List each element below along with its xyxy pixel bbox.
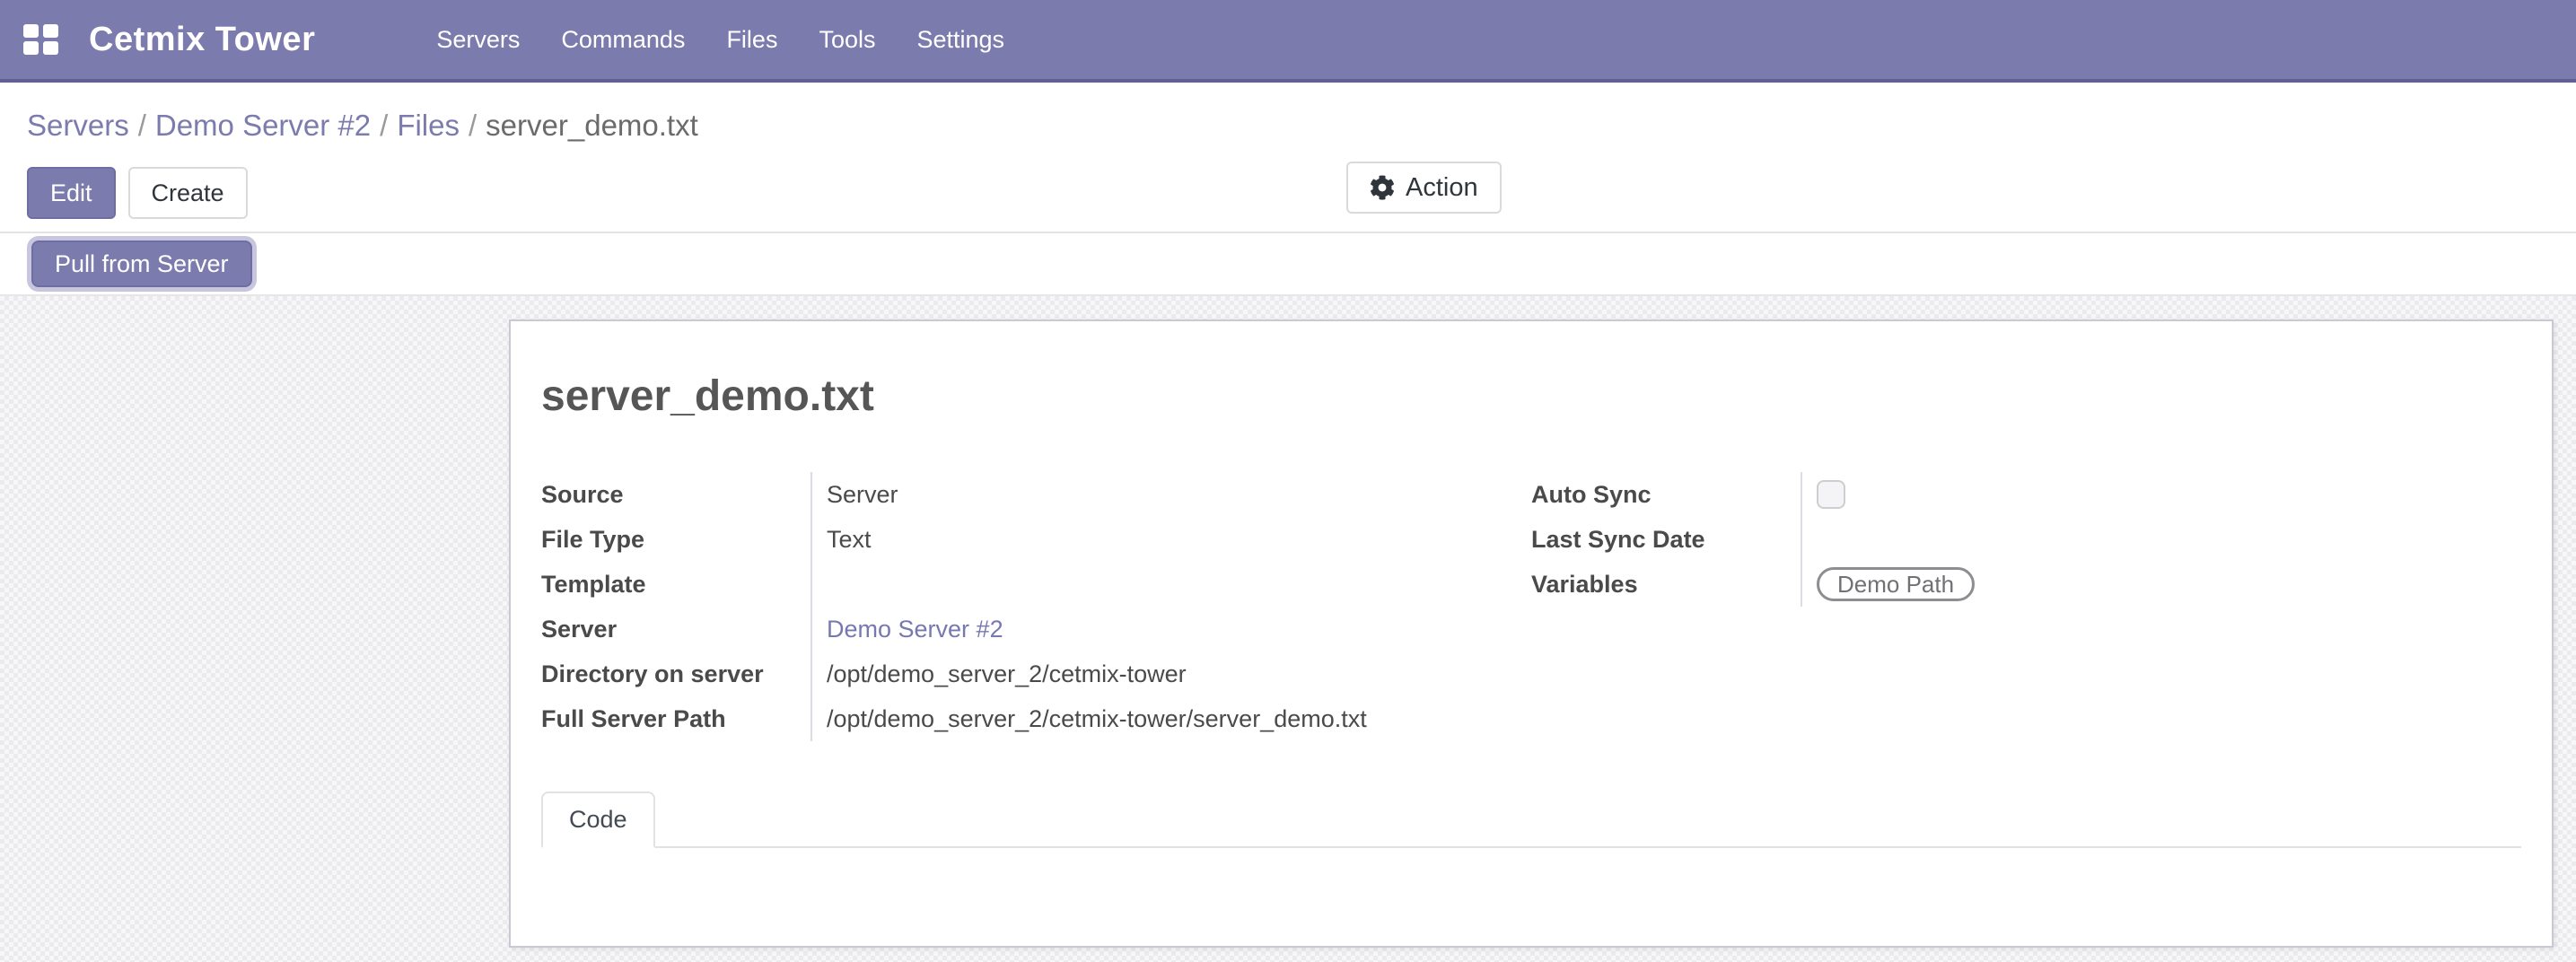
checkbox-unchecked[interactable] [1817, 480, 1845, 509]
control-panel: Servers/Demo Server #2/Files/server_demo… [0, 83, 2576, 233]
app-brand[interactable]: Cetmix Tower [89, 21, 315, 59]
field-row: Server Demo Server #2 [541, 607, 1531, 652]
field-value [1801, 472, 2521, 517]
top-navbar: Cetmix Tower ServersCommandsFilesToolsSe… [0, 0, 2576, 83]
field-value-text: Text [827, 525, 872, 554]
menu-item-files[interactable]: Files [705, 26, 798, 54]
form-content-background: server_demo.txt Source Server File Type Tex… [0, 296, 2576, 962]
field-value-text: Server [827, 480, 898, 509]
menu-item-servers[interactable]: Servers [416, 26, 540, 54]
field-value: Demo Server #2 [810, 607, 1531, 652]
notebook: Code [541, 791, 2521, 848]
field-label: Source [541, 480, 810, 509]
top-menu: ServersCommandsFilesToolsSettings [416, 26, 1025, 54]
form-sheet: server_demo.txt Source Server File Type Tex… [509, 319, 2554, 948]
field-group-left: Source Server File Type Text Template Server D… [541, 472, 1531, 741]
action-menu-button[interactable]: Action [1346, 162, 1502, 214]
action-menu-label: Action [1406, 173, 1478, 202]
field-group-right: Auto Sync Last Sync Date Variables Demo Pat… [1531, 472, 2521, 741]
field-value-text: /opt/demo_server_2/cetmix-tower/server_d… [827, 704, 1367, 733]
field-value [810, 562, 1531, 607]
menu-item-tools[interactable]: Tools [798, 26, 896, 54]
field-label: Last Sync Date [1531, 525, 1801, 554]
field-value: Server [810, 472, 1531, 517]
notebook-tabs: Code [541, 791, 2521, 848]
field-label: Variables [1531, 570, 1801, 599]
breadcrumb-link[interactable]: Files [397, 109, 460, 142]
field-label: Server [541, 615, 810, 643]
breadcrumb-separator: / [460, 109, 486, 142]
field-row: Full Server Path/opt/demo_server_2/cetmi… [541, 696, 1531, 741]
field-value: /opt/demo_server_2/cetmix-tower/server_d… [810, 696, 1531, 741]
field-value: Demo Path [1801, 562, 2521, 607]
field-value-link[interactable]: Demo Server #2 [827, 615, 1003, 643]
record-title: server_demo.txt [541, 372, 2521, 422]
breadcrumb: Servers/Demo Server #2/Files/server_demo… [27, 106, 2576, 145]
create-button[interactable]: Create [128, 167, 248, 219]
field-label: Directory on server [541, 660, 810, 688]
field-row: Auto Sync [1531, 472, 2521, 517]
variable-tag: Demo Path [1817, 567, 1975, 601]
field-row: Last Sync Date [1531, 517, 2521, 562]
edit-button[interactable]: Edit [27, 167, 116, 219]
field-row: File Type Text [541, 517, 1531, 562]
control-buttons: Edit Create [27, 167, 2576, 219]
field-value [1801, 517, 2521, 562]
field-value-text: /opt/demo_server_2/cetmix-tower [827, 660, 1187, 688]
field-row: Variables Demo Path [1531, 562, 2521, 607]
breadcrumb-link[interactable]: Demo Server #2 [155, 109, 371, 142]
field-value: Text [810, 517, 1531, 562]
apps-grid-square [23, 41, 39, 55]
form-statusbar: Pull from Server [0, 233, 2576, 296]
breadcrumb-link[interactable]: Servers [27, 109, 129, 142]
breadcrumb-separator: / [129, 109, 155, 142]
field-value: /opt/demo_server_2/cetmix-tower [810, 652, 1531, 696]
pull-from-server-button[interactable]: Pull from Server [31, 240, 252, 287]
field-row: Directory on server/opt/demo_server_2/ce… [541, 652, 1531, 696]
breadcrumb-current: server_demo.txt [486, 109, 698, 142]
tab-code[interactable]: Code [541, 791, 655, 848]
apps-grid-square [23, 24, 39, 38]
field-label: File Type [541, 525, 810, 554]
breadcrumb-separator: / [371, 109, 397, 142]
menu-item-settings[interactable]: Settings [896, 26, 1025, 54]
gear-icon [1370, 175, 1395, 200]
field-label: Template [541, 570, 810, 599]
field-label: Full Server Path [541, 704, 810, 733]
field-groups: Source Server File Type Text Template Server D… [541, 472, 2521, 741]
apps-grid-square [43, 24, 58, 38]
field-label: Auto Sync [1531, 480, 1801, 509]
field-row: Source Server [541, 472, 1531, 517]
apps-grid-square [43, 41, 58, 55]
field-row: Template [541, 562, 1531, 607]
menu-item-commands[interactable]: Commands [540, 26, 705, 54]
apps-grid-icon[interactable] [23, 24, 58, 55]
